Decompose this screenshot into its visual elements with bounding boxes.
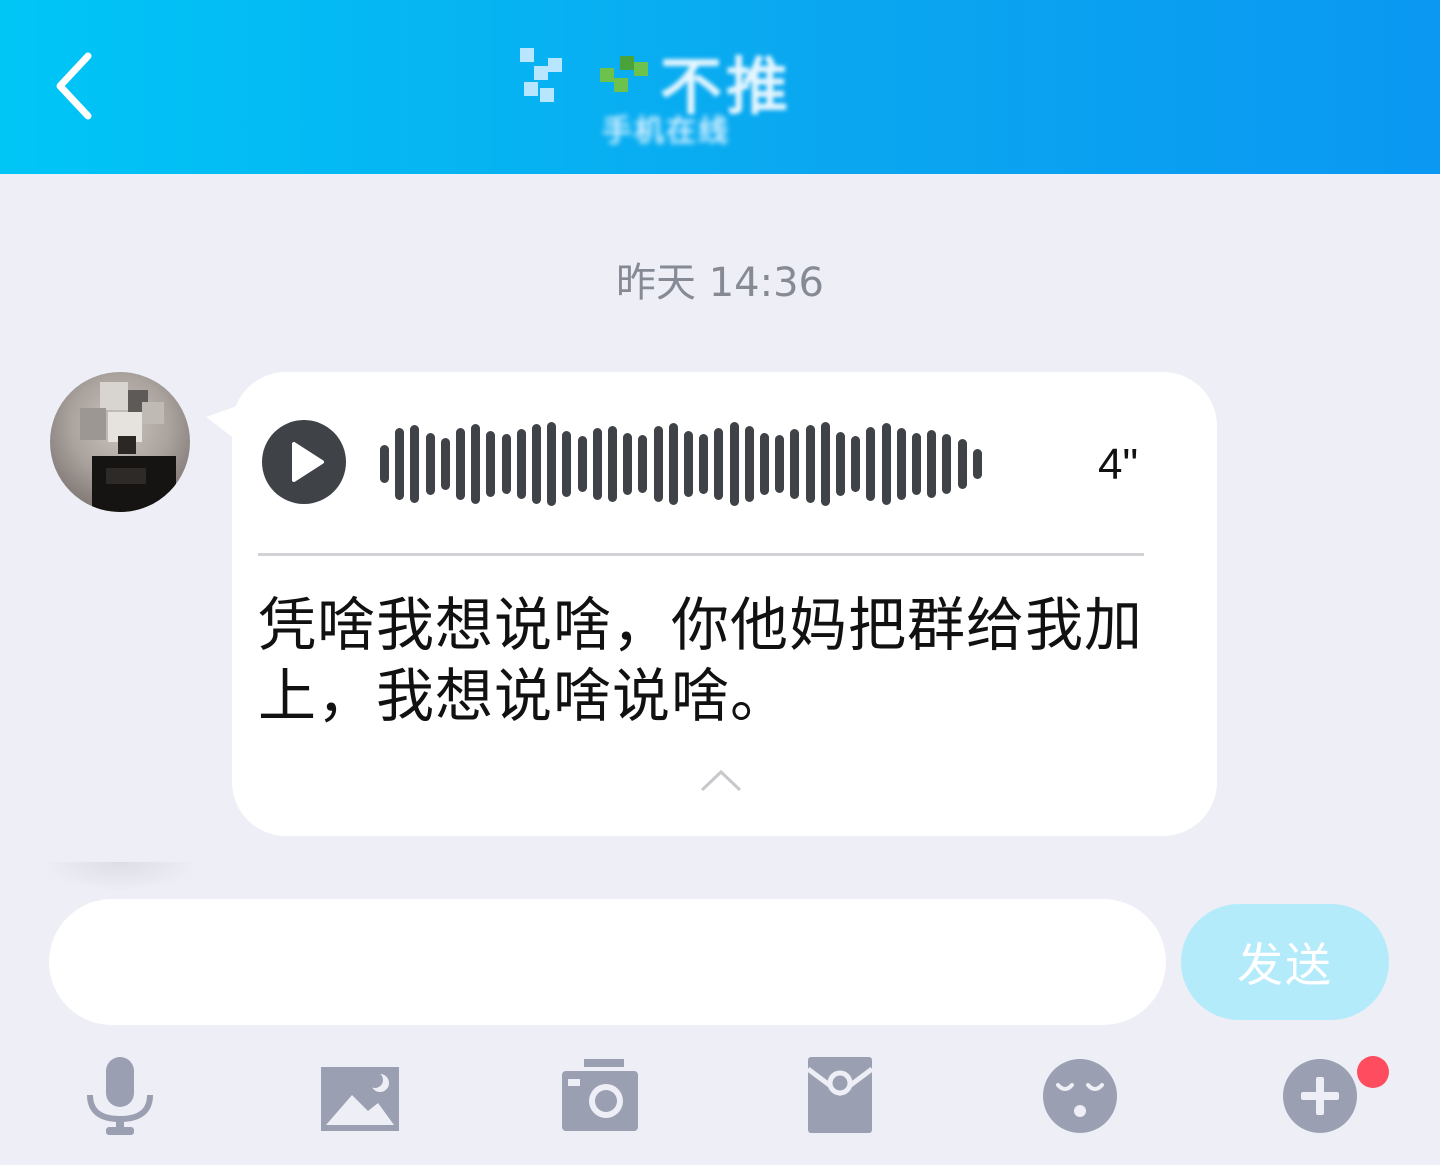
divider [258, 553, 1144, 556]
message-input[interactable] [49, 899, 1166, 1025]
notification-dot [1357, 1056, 1389, 1088]
chat-title[interactable]: 不推 手机在线 [520, 28, 850, 158]
waveform-bar [729, 422, 739, 506]
waveform-bar [912, 433, 921, 495]
waveform-bar [653, 426, 663, 502]
back-button[interactable] [40, 40, 120, 130]
waveform-bar [775, 435, 785, 493]
waveform-bar [942, 434, 952, 494]
red-packet-button[interactable] [800, 1055, 880, 1137]
camera-button[interactable] [560, 1055, 640, 1137]
waveform-bar [820, 422, 830, 506]
waveform-bar [395, 428, 405, 500]
image-icon [321, 1067, 399, 1131]
image-button[interactable] [320, 1055, 400, 1137]
red-packet-icon [806, 1057, 874, 1133]
waveform-bar [714, 428, 724, 500]
waveform-bar [668, 423, 678, 505]
waveform-bar [562, 431, 572, 497]
waveform-bar [957, 439, 967, 489]
play-button[interactable] [262, 420, 346, 504]
plant-icon [600, 56, 654, 96]
plus-icon [1283, 1059, 1357, 1133]
avatar[interactable] [50, 372, 190, 512]
waveform-bar [501, 434, 511, 494]
waveform-bar [744, 426, 754, 502]
status-icon [520, 48, 564, 108]
voice-input-button[interactable] [80, 1055, 160, 1137]
waveform-bar [972, 449, 982, 479]
waveform-bar [516, 429, 526, 499]
play-icon [292, 442, 324, 482]
waveform-bar [608, 426, 617, 502]
chevron-up-icon [700, 769, 742, 792]
contact-status: 手机在线 [602, 114, 730, 149]
waveform-bar [547, 422, 557, 506]
voice-waveform[interactable] [380, 422, 1000, 506]
waveform-bar [410, 425, 420, 503]
more-button[interactable] [1280, 1055, 1360, 1137]
microphone-icon [87, 1057, 153, 1135]
voice-duration: 4" [1098, 440, 1139, 489]
waveform-bar [805, 425, 815, 503]
waveform-bar [577, 436, 587, 492]
divider-shadow [40, 862, 200, 892]
waveform-bar [836, 432, 845, 496]
waveform-bar [623, 433, 633, 495]
waveform-bar [881, 423, 891, 505]
waveform-bar [684, 431, 693, 497]
collapse-transcript-button[interactable] [698, 766, 744, 796]
emoji-icon [1043, 1059, 1117, 1133]
chevron-left-icon [56, 52, 92, 120]
waveform-bar [471, 424, 481, 504]
waveform-bar [486, 431, 496, 497]
waveform-bar [456, 428, 465, 500]
waveform-bar [896, 428, 906, 500]
waveform-bar [699, 434, 709, 494]
voice-transcript: 凭啥我想说啥，你他妈把群给我加上，我想说啥说啥。 [258, 591, 1144, 730]
chat-header: 不推 手机在线 [0, 0, 1440, 174]
camera-icon [562, 1059, 638, 1131]
waveform-bar [927, 430, 937, 498]
waveform-bar [866, 427, 876, 501]
waveform-bar [592, 428, 602, 500]
waveform-bar [532, 424, 541, 504]
waveform-bar [380, 445, 389, 483]
voice-message-bubble[interactable]: 4" 凭啥我想说啥，你他妈把群给我加上，我想说啥说啥。 [232, 372, 1217, 836]
waveform-bar [425, 433, 435, 495]
waveform-bar [440, 438, 450, 490]
waveform-bar [790, 429, 800, 499]
waveform-bar [760, 433, 769, 495]
emoji-button[interactable] [1040, 1055, 1120, 1137]
message-timestamp: 昨天 14:36 [616, 260, 824, 306]
waveform-bar [638, 435, 648, 493]
waveform-bar [851, 436, 861, 492]
send-button[interactable]: 发送 [1181, 904, 1389, 1020]
